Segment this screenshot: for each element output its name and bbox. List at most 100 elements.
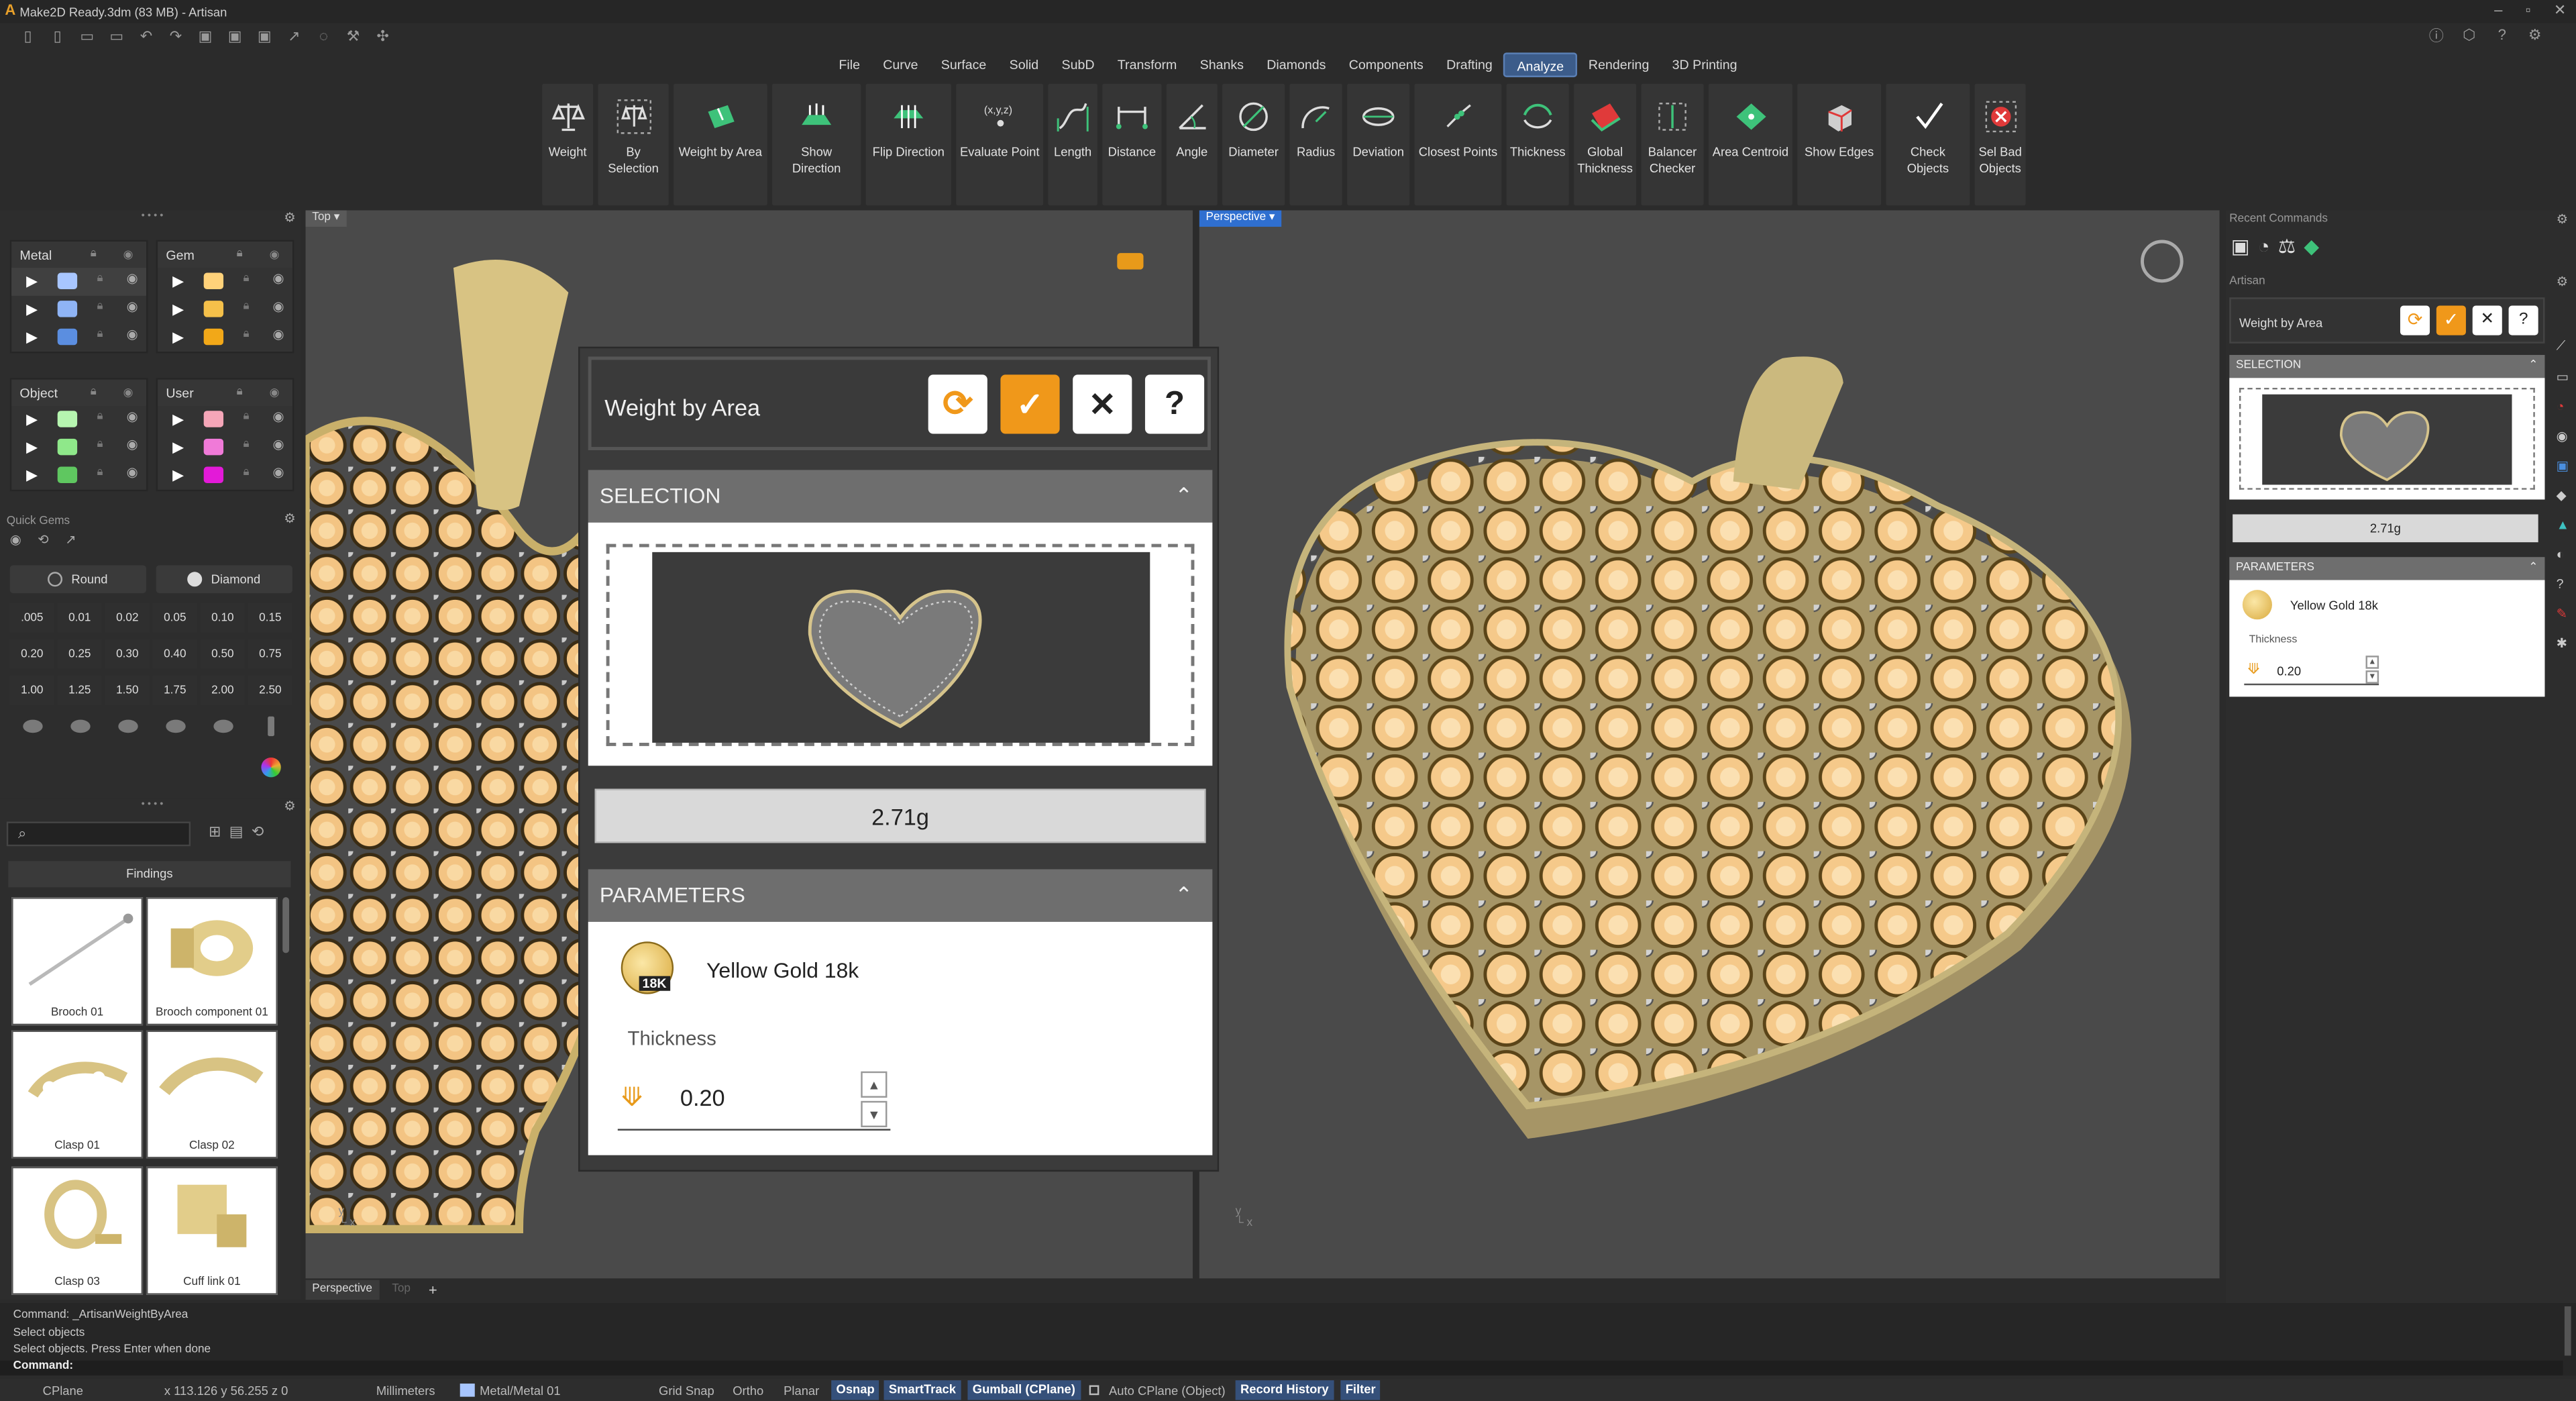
show-edges-button[interactable]: Show Edges (1797, 83, 1882, 206)
gem-size-button[interactable]: 0.40 (152, 639, 197, 669)
rotate-icon[interactable]: ◌ (312, 25, 335, 48)
lock-icon[interactable]: 🔒︎ (97, 439, 103, 452)
balancer-checker-button[interactable]: Balancer Checker (1641, 83, 1704, 206)
mini-selection-header[interactable]: SELECTION ⌃ (2229, 354, 2545, 378)
layer-row[interactable]: ▶ 🔒︎ ◉ (11, 323, 146, 352)
planar-toggle[interactable]: Planar (784, 1384, 819, 1398)
layer-color-swatch[interactable] (57, 411, 78, 427)
gem-size-button[interactable]: .005 (9, 603, 54, 633)
library-item[interactable]: Cuff link 01 (146, 1166, 278, 1295)
camera-icon[interactable]: ▲ (2557, 517, 2569, 532)
viewport-label[interactable]: Perspective ▾ (1199, 210, 1282, 227)
panel-grip[interactable]: • • • • (142, 800, 164, 811)
lock-icon[interactable]: 🔒︎ (243, 301, 249, 314)
layer-color-swatch[interactable] (203, 411, 224, 427)
display-icon[interactable]: ▣ (2557, 458, 2569, 473)
gem-recent-icon[interactable]: ◔ (2258, 235, 2270, 258)
tab-file[interactable]: File (827, 52, 871, 77)
flip-direction-button[interactable]: Flip Direction (865, 83, 951, 206)
filter-toggle[interactable]: Filter (1340, 1380, 1381, 1400)
redo-icon[interactable]: ↷ (164, 25, 187, 48)
layer-color-swatch[interactable] (203, 328, 224, 346)
help-icon[interactable]: ? (2491, 23, 2514, 46)
lock-icon[interactable]: 🔒︎ (237, 248, 243, 262)
layer-color-swatch[interactable] (203, 272, 224, 290)
gem-size-button[interactable]: 0.20 (9, 639, 54, 669)
radius-button[interactable]: Radius (1289, 83, 1342, 206)
play-icon[interactable]: ▶ (172, 411, 184, 429)
gumball-toggle[interactable]: Gumball (CPlane) (967, 1380, 1081, 1400)
layer-row[interactable]: ▶ 🔒︎ ◉ (158, 434, 292, 462)
units-label[interactable]: Millimeters (376, 1384, 435, 1398)
tab-drafting[interactable]: Drafting (1435, 52, 1504, 77)
play-icon[interactable]: ▶ (172, 467, 184, 485)
setting-shape-icon[interactable] (10, 711, 54, 741)
lock-icon[interactable]: 🔒︎ (97, 301, 103, 314)
lock-icon[interactable]: 🔒︎ (237, 386, 243, 400)
layer-color-swatch[interactable] (203, 301, 224, 317)
mini-parameters-header[interactable]: PARAMETERS ⌃ (2229, 557, 2545, 580)
setting-shape-icon[interactable] (153, 711, 197, 741)
tab-subd[interactable]: SubD (1050, 52, 1106, 77)
layer-color-swatch[interactable] (203, 466, 224, 484)
library-search-input[interactable]: ⌕ (6, 821, 191, 847)
play-icon[interactable]: ▶ (172, 329, 184, 347)
panel-grip[interactable]: • • • • (142, 212, 164, 222)
check-objects-button[interactable]: Check Objects (1886, 83, 1970, 206)
minimize-button[interactable]: – (2494, 1, 2502, 19)
layer-row[interactable]: ▶ 🔒︎ ◉ (11, 268, 146, 296)
setting-shape-icon[interactable] (58, 711, 102, 741)
save-as-icon[interactable]: ▣ (223, 25, 246, 48)
evaluate-point-button[interactable]: (x,y,z) Evaluate Point (956, 83, 1044, 206)
refresh-button[interactable]: ⟳ (928, 374, 987, 434)
eye-icon[interactable]: ◉ (270, 386, 280, 399)
distance-button[interactable]: Distance (1102, 83, 1162, 206)
scale-icon[interactable]: ⚖ (2278, 235, 2296, 258)
gem-size-button[interactable]: 0.02 (105, 603, 150, 633)
thickness-value[interactable]: 0.20 (680, 1084, 725, 1110)
eye-icon[interactable]: ◉ (123, 386, 133, 399)
play-icon[interactable]: ▶ (172, 273, 184, 291)
open-folder-icon[interactable]: ▭ (76, 25, 99, 48)
eye-icon[interactable]: ◉ (273, 271, 284, 286)
gem-shape-dropdown[interactable]: Round (9, 565, 146, 594)
command-input[interactable]: Command: (0, 1360, 2563, 1376)
play-icon[interactable]: ▶ (26, 329, 38, 347)
mini-thickness-stepper[interactable]: ⟱ 0.20 ▲ ▼ (2244, 656, 2379, 686)
eye-icon[interactable]: ◉ (273, 299, 284, 314)
brush-icon[interactable]: ✎ (2557, 607, 2569, 621)
global-thickness-button[interactable]: Global Thickness (1574, 83, 1637, 206)
library-scrollbar[interactable] (282, 897, 290, 953)
help-button[interactable]: ? (1144, 374, 1205, 434)
layer-color-swatch[interactable] (203, 438, 224, 456)
pick-gem-icon[interactable]: ↗ (65, 532, 76, 547)
gem-size-button[interactable]: 2.00 (200, 675, 245, 705)
cancel-button[interactable]: ✕ (1073, 374, 1132, 434)
render-icon[interactable]: ◉ (2557, 429, 2569, 444)
color-wheel-icon[interactable] (261, 757, 281, 778)
tab-surface[interactable]: Surface (930, 52, 998, 77)
angle-button[interactable]: Angle (1166, 83, 1218, 206)
layer-row[interactable]: ▶ 🔒︎ ◉ (158, 462, 292, 490)
tab-perspective-viewport[interactable]: Perspective (305, 1280, 379, 1300)
sel-bad-objects-button[interactable]: Sel Bad Objects (1974, 83, 2026, 206)
show-direction-button[interactable]: Show Direction (772, 83, 861, 206)
gem-material-dropdown[interactable]: Diamond (156, 565, 292, 594)
layer-color-swatch[interactable] (57, 328, 78, 346)
material-icon[interactable]: ◔ (2557, 399, 2569, 414)
play-icon[interactable]: ▶ (26, 273, 38, 291)
navigation-widget-icon[interactable] (1117, 253, 1144, 270)
lock-icon[interactable]: 🔒︎ (91, 248, 97, 262)
selection-section-header[interactable]: SELECTION ⌃ (588, 470, 1213, 523)
save-icon[interactable]: ▣ (194, 25, 217, 48)
gem-size-button[interactable]: 0.05 (152, 603, 197, 633)
lock-icon[interactable]: 🔒︎ (97, 273, 103, 287)
selection-preview-box[interactable] (606, 543, 1195, 746)
mini-ok-button[interactable]: ✓ (2436, 305, 2466, 335)
new-template-icon[interactable]: ▯ (46, 25, 69, 48)
gear-icon[interactable]: ⚙ (2557, 274, 2569, 289)
gem-size-button[interactable]: 0.30 (105, 639, 150, 669)
library-item[interactable]: Clasp 01 (11, 1030, 144, 1159)
gem-size-button[interactable]: 0.01 (57, 603, 102, 633)
eye-icon[interactable]: ◉ (127, 409, 138, 424)
